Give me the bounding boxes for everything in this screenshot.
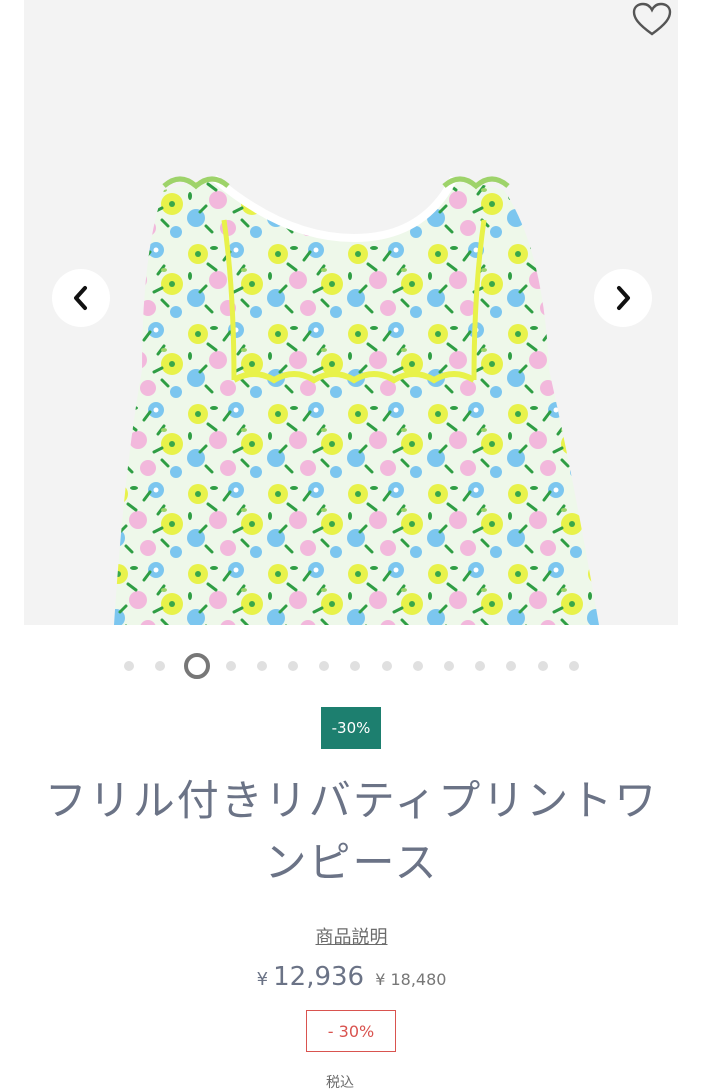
carousel-dot[interactable]: [155, 661, 166, 671]
carousel-dot[interactable]: [184, 653, 211, 679]
discount-percentage-box: - 30%: [306, 1010, 396, 1052]
carousel-dot[interactable]: [319, 661, 330, 671]
carousel-dot[interactable]: [568, 661, 579, 671]
product-title-line-1: フリル付きリバティプリントワ: [44, 776, 659, 825]
carousel-dot[interactable]: [537, 661, 548, 671]
carousel-pagination: [0, 652, 703, 679]
heart-outline-icon: [632, 2, 672, 36]
carousel-dot[interactable]: [124, 661, 134, 671]
carousel-dot[interactable]: [381, 661, 392, 671]
tax-included-label: 税込: [326, 1075, 354, 1091]
price-row: ¥ 12,936 ¥ 18,480: [0, 962, 703, 992]
favorite-button[interactable]: [630, 0, 674, 40]
chevron-left-icon: [74, 286, 87, 310]
carousel-dot[interactable]: [412, 661, 423, 671]
carousel-dot[interactable]: [506, 661, 517, 671]
original-price: ¥ 18,480: [375, 970, 447, 989]
chevron-right-icon: [617, 286, 630, 310]
carousel-dot[interactable]: [288, 661, 298, 671]
carousel-dot[interactable]: [225, 661, 236, 671]
product-image: [24, 0, 678, 625]
carousel-dot[interactable]: [475, 661, 486, 671]
carousel-dot[interactable]: [350, 661, 361, 671]
product-title: フリル付きリバティプリントワ ンピース: [20, 770, 683, 894]
product-description-link[interactable]: 商品説明: [0, 923, 703, 949]
carousel-dot[interactable]: [256, 661, 267, 671]
sale-price: 12,936: [273, 962, 365, 992]
price-currency: ¥: [256, 969, 269, 990]
previous-image-button[interactable]: [52, 269, 110, 327]
discount-badge: -30%: [321, 707, 381, 749]
product-title-line-2: ンピース: [264, 838, 439, 887]
product-gallery[interactable]: [24, 0, 678, 625]
carousel-dot[interactable]: [444, 661, 454, 671]
next-image-button[interactable]: [594, 269, 652, 327]
